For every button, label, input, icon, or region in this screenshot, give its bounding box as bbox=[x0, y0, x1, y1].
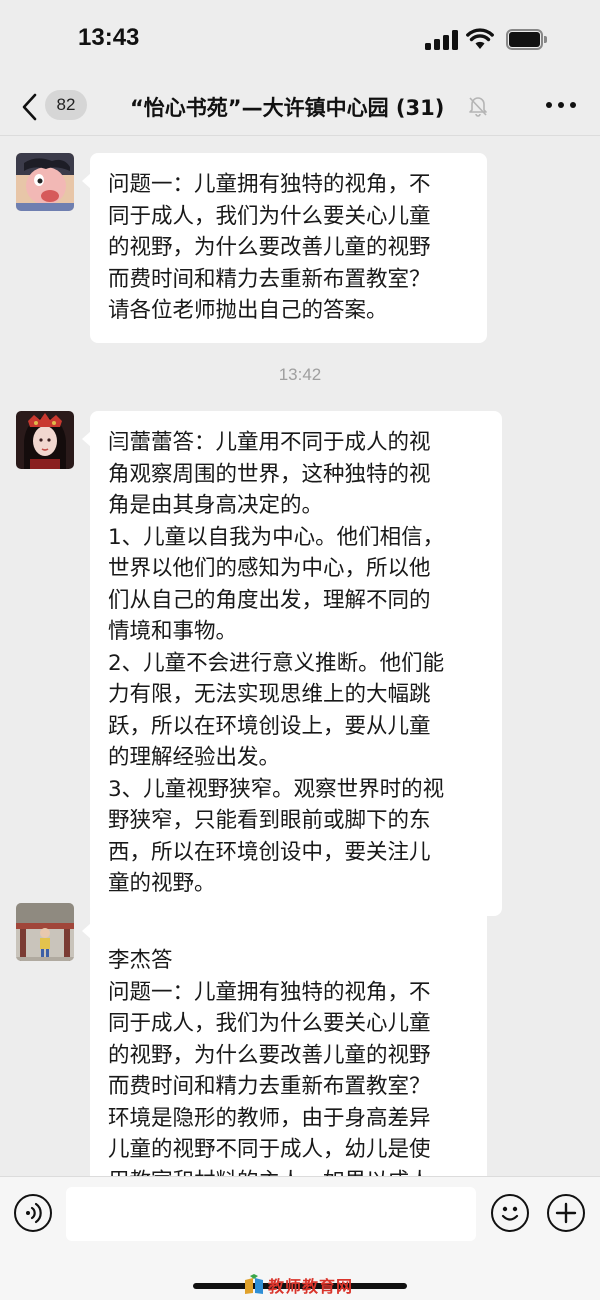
mute-bell-icon bbox=[469, 97, 487, 117]
message-text-line: 请各位老师抛出自己的答案。 bbox=[108, 298, 388, 323]
battery-icon bbox=[506, 29, 548, 50]
message-text-line: 西，所以在环境创设中，要关注儿 bbox=[108, 839, 431, 865]
message-text-line: 角观察周围的世界，这种独特的视 bbox=[108, 461, 431, 487]
message-text-line: 同于成人，我们为什么要关心儿童 bbox=[108, 1011, 431, 1036]
message-text-line: 问题一：儿童拥有独特的视角，不 bbox=[108, 172, 431, 197]
status-bar: 13:43 bbox=[0, 0, 600, 80]
avatar[interactable] bbox=[16, 903, 74, 961]
watermark: 教师教育网 bbox=[243, 1274, 353, 1296]
message-text-line: 的视野，为什么要改善儿童的视野 bbox=[108, 1042, 431, 1068]
chat-input-bar: 教师教育网 bbox=[0, 1176, 600, 1300]
avatar[interactable] bbox=[16, 153, 74, 211]
message-text-line: 情境和事物。 bbox=[108, 619, 238, 644]
message-text-line: 儿童的视野不同于成人，幼儿是使 bbox=[108, 1137, 431, 1162]
message-text-line: 李杰答 bbox=[108, 948, 173, 973]
cellular-signal-icon bbox=[425, 30, 459, 50]
chat-title: “怡心书苑”—大许镇中心园 (31) bbox=[130, 96, 445, 120]
wifi-icon bbox=[466, 28, 494, 49]
message-text-line: 而费时间和精力去重新布置教室？ bbox=[108, 1074, 431, 1099]
message-text-line: 3、儿童视野狭窄。观察世界时的视 bbox=[108, 776, 445, 802]
message-text-line: 的视野，为什么要改善儿童的视野 bbox=[108, 235, 431, 260]
voice-input-button[interactable] bbox=[14, 1194, 52, 1232]
message-bubble[interactable]: 问题一：儿童拥有独特的视角，不 同于成人，我们为什么要关心儿童 的视野，为什么要… bbox=[82, 153, 487, 343]
message-text-line: 世界以他们的感知为中心，所以他 bbox=[108, 556, 431, 581]
chat-header: 82 “怡心书苑”—大许镇中心园 (31) bbox=[0, 80, 600, 136]
message-timestamp: 13:42 bbox=[278, 365, 322, 384]
message-text-line: 力有限，无法实现思维上的大幅跳 bbox=[108, 682, 431, 707]
message-text-line: 跃，所以在环境创设上，要从儿童 bbox=[108, 713, 431, 739]
message-input[interactable] bbox=[66, 1187, 476, 1241]
back-arrow-icon[interactable] bbox=[18, 92, 42, 122]
avatar[interactable] bbox=[16, 411, 74, 469]
emoji-button[interactable] bbox=[491, 1194, 529, 1232]
book-logo-icon bbox=[245, 1274, 263, 1294]
voice-icon bbox=[26, 1202, 42, 1224]
emoji-icon bbox=[501, 1206, 519, 1221]
status-time: 13:43 bbox=[78, 24, 140, 51]
message-text-line: 童的视野。 bbox=[108, 871, 216, 896]
message-text-line: 环境是隐形的教师，由于身高差异 bbox=[108, 1105, 431, 1131]
message-text-line: 闫蕾蕾答：儿童用不同于成人的视 bbox=[108, 430, 431, 455]
unread-count-badge[interactable]: 82 bbox=[45, 90, 87, 120]
message-bubble[interactable]: 李杰答 问题一：儿童拥有独特的视角，不 同于成人，我们为什么要关心儿童 的视野，… bbox=[82, 903, 487, 1194]
message-text-line: 野狭窄，只能看到眼前或脚下的东 bbox=[108, 808, 431, 833]
message-text-line: 而费时间和精力去重新布置教室？ bbox=[108, 266, 431, 292]
message-text-line: 们从自己的角度出发，理解不同的 bbox=[108, 587, 431, 613]
message-text-line: 的理解经验出发。 bbox=[108, 745, 281, 770]
message-text-line: 1、儿童以自我为中心。他们相信， bbox=[108, 524, 445, 550]
message-bubble[interactable]: 闫蕾蕾答：儿童用不同于成人的视 角观察周围的世界，这种独特的视 角是由其身高决定… bbox=[82, 411, 502, 916]
message-text-line: 2、儿童不会进行意义推断。他们能 bbox=[108, 650, 445, 676]
plus-icon bbox=[555, 1202, 577, 1224]
more-functions-button[interactable] bbox=[547, 1194, 585, 1232]
message-text-line: 同于成人，我们为什么要关心儿童 bbox=[108, 203, 431, 229]
message-text-line: 角是由其身高决定的。 bbox=[108, 493, 324, 518]
watermark-text: 教师教育网 bbox=[268, 1277, 354, 1296]
more-options-icon[interactable] bbox=[546, 102, 576, 110]
message-text-line: 问题一：儿童拥有独特的视角，不 bbox=[108, 979, 431, 1005]
